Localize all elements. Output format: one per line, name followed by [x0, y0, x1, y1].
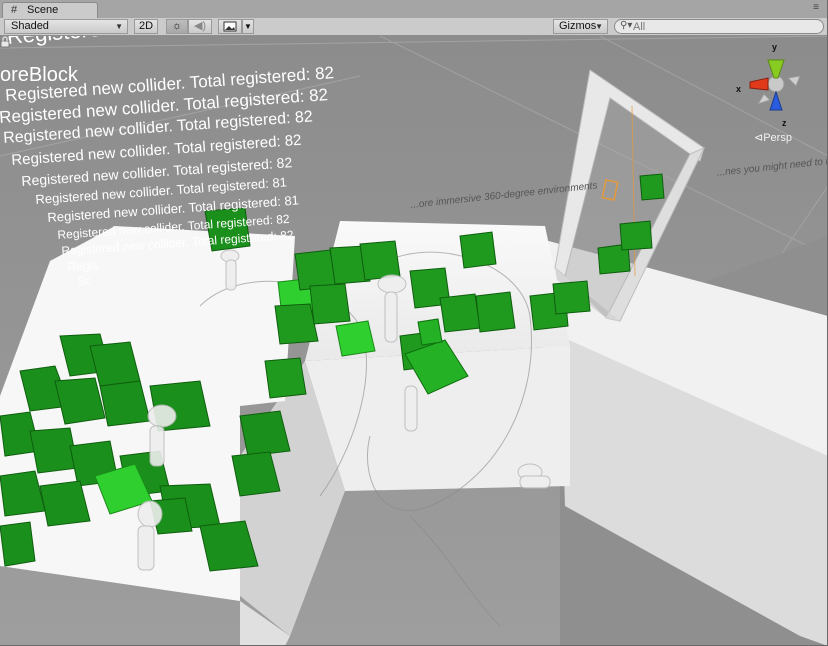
persp-icon: ⊲	[754, 132, 764, 144]
tab-scene[interactable]: # Scene	[2, 2, 98, 18]
projection-label[interactable]: ⊲Persp	[754, 131, 792, 144]
lighting-toggle-button[interactable]: ☼	[166, 19, 188, 34]
gizmo-z-label: z	[782, 118, 787, 128]
grid-icon: #	[11, 4, 18, 16]
lock-icon[interactable]	[0, 36, 10, 48]
search-icon: ⚲▾	[620, 20, 633, 31]
search-input[interactable]	[633, 20, 813, 33]
effects-toggle-button[interactable]	[218, 19, 242, 34]
chevron-down-icon: ▼	[244, 22, 252, 31]
gizmos-dropdown[interactable]: Gizmos ▼	[553, 19, 608, 34]
speaker-icon: ◀)	[193, 20, 207, 32]
shading-mode-dropdown[interactable]: Shaded ▼	[4, 19, 128, 34]
scene-window: # Scene ≡ Shaded ▼ 2D ☼ ◀) ▼ Gizmos ▼ ⚲▾…	[0, 0, 828, 646]
scene-render	[0, 36, 828, 646]
gizmo-x-label: x	[736, 84, 742, 94]
scene-toolbar: Shaded ▼ 2D ☼ ◀) ▼ Gizmos ▼ ⚲▾	[0, 18, 828, 36]
image-icon	[223, 21, 237, 32]
window-menu-icon[interactable]: ≡	[810, 3, 822, 13]
tab-label: Scene	[27, 4, 59, 16]
gizmos-label: Gizmos	[559, 20, 597, 32]
chevron-down-icon: ▼	[595, 22, 603, 31]
audio-toggle-button[interactable]: ◀)	[188, 19, 212, 34]
tab-bar: # Scene ≡	[0, 0, 828, 18]
chevron-down-icon: ▼	[115, 22, 123, 31]
hierarchy-search-field[interactable]: ⚲▾	[614, 19, 824, 34]
2d-mode-button[interactable]: 2D	[134, 19, 158, 34]
shading-mode-label: Shaded	[11, 20, 49, 32]
effects-menu-button[interactable]: ▼	[242, 19, 254, 34]
gizmo-y-label: y	[772, 42, 778, 52]
scene-viewport[interactable]: Registered new collider. Total registere…	[0, 36, 828, 646]
sun-icon: ☼	[171, 20, 183, 32]
